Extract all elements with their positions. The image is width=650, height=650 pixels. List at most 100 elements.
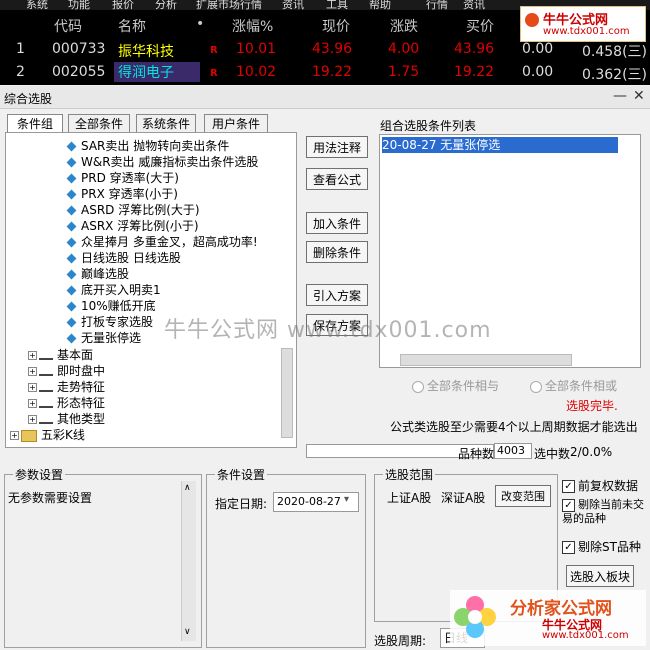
tree-group[interactable]: + 走势特征 xyxy=(28,379,105,395)
row-bid: 19.22 xyxy=(454,64,495,80)
view-formula-button[interactable]: 查看公式 xyxy=(306,168,368,190)
selected-value: 2/0.0% xyxy=(570,445,613,459)
tree-item[interactable]: 打板专家选股 xyxy=(66,314,153,330)
expand-icon[interactable]: + xyxy=(28,399,37,408)
row-ask: 0.00 xyxy=(522,64,554,80)
expand-icon[interactable]: + xyxy=(28,367,37,376)
col-code[interactable]: 代码 xyxy=(54,16,82,36)
formula-icon xyxy=(66,221,77,232)
to-block-button[interactable]: 选股入板块 xyxy=(566,565,634,587)
formula-icon xyxy=(66,253,77,264)
col-chg[interactable]: 涨跌 xyxy=(390,16,418,36)
tree-folder[interactable]: + 五彩K线 xyxy=(10,427,85,443)
tab-all-conditions[interactable]: 全部条件 xyxy=(68,114,130,134)
row-chg: 4.00 xyxy=(388,41,420,57)
formula-note-button[interactable]: 用法注释 xyxy=(306,136,368,158)
menu-quote[interactable]: 报价 xyxy=(112,0,134,10)
key-icon xyxy=(39,384,53,392)
tree-item[interactable]: 日线选股 日线选股 xyxy=(66,250,181,266)
r-badge: R xyxy=(210,68,218,79)
tree-group[interactable]: + 基本面 xyxy=(28,347,93,363)
chevron-down-icon[interactable]: ∨ xyxy=(184,627,191,637)
col-name[interactable]: 名称 xyxy=(118,16,146,36)
tab-user-conditions[interactable]: 用户条件 xyxy=(204,114,268,134)
change-range-button[interactable]: 改变范围 xyxy=(495,485,551,507)
tree-item[interactable]: 底开买入明卖1 xyxy=(66,282,161,298)
menu-info[interactable]: 资讯 xyxy=(282,0,304,10)
folder-icon xyxy=(21,429,37,442)
formula-icon xyxy=(66,317,77,328)
range-sz: 深证A股 xyxy=(441,491,486,505)
expand-icon[interactable]: + xyxy=(28,383,37,392)
menu-function[interactable]: 功能 xyxy=(68,0,90,10)
expand-icon[interactable]: + xyxy=(10,431,19,440)
tree-group[interactable]: + 即时盘中 xyxy=(28,363,105,379)
param-scrollbar[interactable]: ∧ ∨ xyxy=(181,481,196,641)
add-condition-button[interactable]: 加入条件 xyxy=(306,212,368,234)
list-hscrollbar[interactable] xyxy=(400,354,572,366)
menu-info2[interactable]: 资讯 xyxy=(463,0,485,10)
menu-help[interactable]: 帮助 xyxy=(369,0,391,10)
menu-system[interactable]: 系统 xyxy=(26,0,48,10)
tree-group[interactable]: + 形态特征 xyxy=(28,395,105,411)
expand-icon[interactable]: + xyxy=(28,351,37,360)
formula-icon xyxy=(66,269,77,280)
tree-item[interactable]: SAR卖出 抛物转向卖出条件 xyxy=(66,138,229,154)
condition-tree[interactable]: SAR卖出 抛物转向卖出条件 W&R卖出 威廉指标卖出条件选股 PRD 穿透率(… xyxy=(5,132,297,448)
tree-item[interactable]: 10%赚低开底 xyxy=(66,298,156,314)
chk-fq[interactable]: ✓ 前复权数据 xyxy=(562,477,638,494)
radio-or[interactable]: 全部条件相或 xyxy=(530,377,617,394)
dialog-titlebar[interactable]: 综合选股 — ✕ xyxy=(0,86,650,109)
chk-exclude-new[interactable]: ✓ 剔除当前未交易的品种 xyxy=(562,498,646,525)
list-item[interactable]: 20-08-27 无量张停选 xyxy=(382,137,618,153)
tab-condition-group[interactable]: 条件组 xyxy=(7,114,63,134)
date-picker[interactable]: 2020-08-27 ▾ xyxy=(273,492,359,512)
tree-scrollbar[interactable] xyxy=(281,348,293,438)
formula-icon xyxy=(66,173,77,184)
row-code: 002055 xyxy=(52,64,106,80)
key-icon xyxy=(39,368,53,376)
condition-setting-title: 条件设置 xyxy=(215,466,268,483)
tab-system-conditions[interactable]: 系统条件 xyxy=(136,114,196,134)
menu-market[interactable]: 行情 xyxy=(426,0,448,10)
tree-item[interactable]: W&R卖出 威廉指标卖出条件选股 xyxy=(66,154,258,170)
radio-icon xyxy=(412,380,424,393)
period-label: 选股周期: xyxy=(374,634,427,648)
row-price: 43.96 xyxy=(312,41,353,57)
tree-item[interactable]: ASRD 浮筹比例(大于) xyxy=(66,202,200,218)
tree-item[interactable]: 众星捧月 多重金叉，超高成功率! xyxy=(66,234,258,250)
expand-icon[interactable]: + xyxy=(28,415,37,424)
tree-item[interactable]: 巅峰选股 xyxy=(66,266,129,282)
minimize-icon[interactable]: — xyxy=(613,88,627,104)
tree-group[interactable]: + 其他类型 xyxy=(28,411,105,427)
menu-tools[interactable]: 工具 xyxy=(326,0,348,10)
watermark-text: 牛牛公式网 www.tdx001.com xyxy=(164,318,492,343)
import-plan-button[interactable]: 引入方案 xyxy=(306,284,368,306)
count-value: 4003 xyxy=(494,443,532,459)
tree-item-selected[interactable]: 无量张停选 xyxy=(66,330,141,346)
check-icon: ✓ xyxy=(562,498,575,512)
formula-icon xyxy=(66,157,77,168)
tree-item[interactable]: PRX 穿透率(小于) xyxy=(66,186,178,202)
count-label: 品种数 xyxy=(458,447,495,461)
range-sh: 上证A股 xyxy=(387,491,432,505)
menu-ext-market[interactable]: 扩展市场行情 xyxy=(196,0,262,10)
condition-setting-group: 条件设置 指定日期: 2020-08-27 ▾ xyxy=(206,466,366,648)
key-icon xyxy=(39,352,53,360)
delete-condition-button[interactable]: 删除条件 xyxy=(306,241,368,263)
formula-icon xyxy=(66,205,77,216)
col-price[interactable]: 现价 xyxy=(322,16,350,36)
tree-item[interactable]: PRD 穿透率(大于) xyxy=(66,170,179,186)
param-title: 参数设置 xyxy=(13,466,66,483)
menu-analysis[interactable]: 分析 xyxy=(155,0,177,10)
chevron-up-icon[interactable]: ∧ xyxy=(184,483,191,493)
tree-item[interactable]: ASRX 浮筹比例(小于) xyxy=(66,218,199,234)
close-icon[interactable]: ✕ xyxy=(633,88,645,104)
col-bid[interactable]: 买价 xyxy=(466,16,494,36)
radio-and[interactable]: 全部条件相与 xyxy=(412,377,499,394)
row-code: 000733 xyxy=(52,41,106,57)
chevron-down-icon[interactable]: ▾ xyxy=(344,494,349,505)
col-pct[interactable]: 涨幅% xyxy=(232,16,273,36)
param-text: 无参数需要设置 xyxy=(8,491,93,505)
chk-exclude-st[interactable]: ✓ 剔除ST品种 xyxy=(562,538,641,555)
